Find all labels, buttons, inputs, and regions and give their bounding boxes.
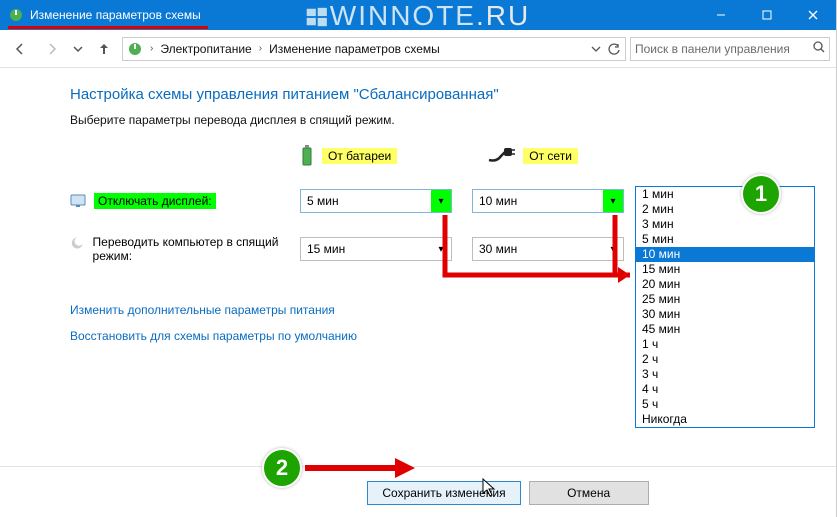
time-option[interactable]: Никогда [636, 412, 814, 427]
chevron-down-icon[interactable]: ▾ [431, 238, 451, 260]
chevron-down-icon[interactable]: ▾ [603, 238, 623, 260]
time-option[interactable]: 3 мин [636, 217, 814, 232]
time-option[interactable]: 25 мин [636, 292, 814, 307]
time-option[interactable]: 5 ч [636, 397, 814, 412]
breadcrumb-root[interactable]: Электропитание [160, 42, 251, 56]
display-off-ac-value[interactable] [472, 189, 624, 213]
forward-button[interactable] [38, 35, 66, 63]
time-option[interactable]: 20 мин [636, 277, 814, 292]
time-option[interactable]: 1 ч [636, 337, 814, 352]
time-option[interactable]: 30 мин [636, 307, 814, 322]
cursor-icon [482, 478, 498, 498]
back-button[interactable] [6, 35, 34, 63]
row-display-off-label: Отключать дисплей: [94, 193, 216, 209]
window-title: Изменение параметров схемы [30, 8, 201, 22]
maximize-button[interactable] [744, 0, 790, 30]
navbar: › Электропитание › Изменение параметров … [0, 30, 836, 68]
chevron-down-icon[interactable]: ▾ [603, 190, 623, 212]
sleep-battery-value[interactable] [300, 237, 452, 261]
annotation-underline [8, 26, 208, 29]
annotation-badge-2: 2 [262, 448, 302, 488]
sleep-ac-select[interactable]: ▾ [472, 237, 624, 261]
up-button[interactable] [90, 35, 118, 63]
sleep-battery-select[interactable]: ▾ [300, 237, 452, 261]
cancel-button[interactable]: Отмена [529, 481, 649, 505]
refresh-icon[interactable] [607, 42, 621, 56]
battery-icon [300, 145, 314, 167]
time-options-popup[interactable]: 1 мин2 мин3 мин5 мин10 мин15 мин20 мин25… [635, 186, 815, 428]
sleep-ac-value[interactable] [472, 237, 624, 261]
page-heading: Настройка схемы управления питанием "Сба… [70, 86, 826, 103]
time-option[interactable]: 2 мин [636, 202, 814, 217]
moon-icon [70, 235, 85, 251]
display-off-battery-select[interactable]: ▾ [300, 189, 452, 213]
time-option[interactable]: 1 мин [636, 187, 814, 202]
row-sleep-label: Переводить компьютер в спящий режим: [93, 235, 300, 263]
address-bar[interactable]: › Электропитание › Изменение параметров … [122, 37, 626, 61]
breadcrumb-leaf[interactable]: Изменение параметров схемы [269, 42, 440, 56]
plug-icon [487, 148, 515, 164]
search-input[interactable]: Поиск в панели управления [630, 37, 830, 61]
time-option[interactable]: 4 ч [636, 382, 814, 397]
column-battery: От батареи [300, 145, 397, 167]
time-option[interactable]: 3 ч [636, 367, 814, 382]
annotation-badge-1: 1 [741, 174, 781, 214]
page-subtext: Выберите параметры перевода дисплея в сп… [70, 113, 826, 127]
recent-dropdown[interactable] [70, 35, 86, 63]
chevron-down-icon[interactable]: ▾ [431, 190, 451, 212]
power-options-icon [8, 7, 24, 23]
column-ac: От сети [487, 145, 578, 167]
chevron-right-icon: › [147, 43, 156, 54]
search-placeholder: Поиск в панели управления [635, 42, 790, 56]
column-ac-label: От сети [523, 148, 578, 164]
display-off-ac-select[interactable]: ▾ [472, 189, 624, 213]
time-option[interactable]: 10 мин [636, 247, 814, 262]
search-icon [813, 41, 825, 56]
display-off-battery-value[interactable] [300, 189, 452, 213]
display-icon [70, 193, 86, 209]
time-option[interactable]: 45 мин [636, 322, 814, 337]
minimize-button[interactable] [698, 0, 744, 30]
close-button[interactable] [790, 0, 836, 30]
chevron-right-icon: › [256, 43, 265, 54]
column-battery-label: От батареи [322, 148, 397, 164]
time-option[interactable]: 15 мин [636, 262, 814, 277]
time-option[interactable]: 2 ч [636, 352, 814, 367]
dropdown-history-icon[interactable] [589, 42, 603, 56]
time-option[interactable]: 5 мин [636, 232, 814, 247]
titlebar: Изменение параметров схемы [0, 0, 836, 30]
power-icon [127, 41, 143, 57]
